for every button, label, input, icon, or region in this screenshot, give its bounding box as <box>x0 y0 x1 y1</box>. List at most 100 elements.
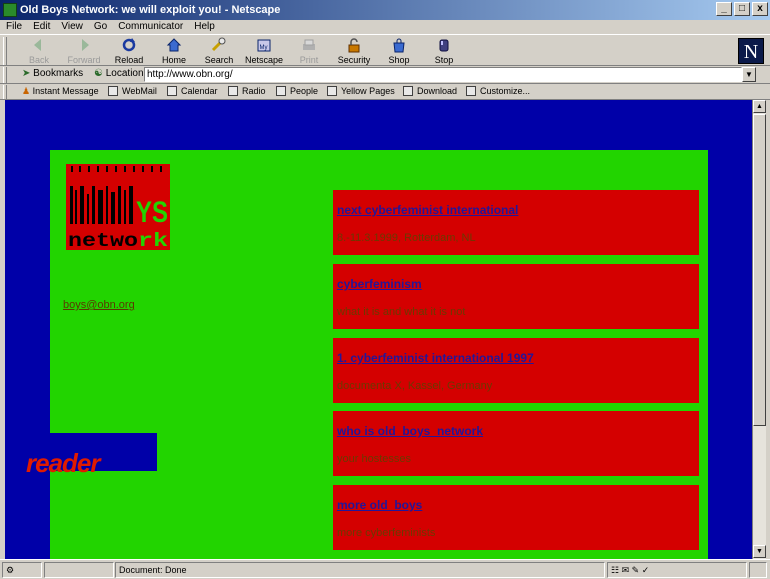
close-button[interactable]: x <box>752 2 768 16</box>
download-label: Download <box>417 86 458 96</box>
vertical-scrollbar[interactable]: ▲ ▼ <box>752 100 766 559</box>
instant-message-label: Instant Message <box>32 86 99 96</box>
forward-button[interactable]: Forward <box>63 37 105 67</box>
menu-file[interactable]: File <box>6 20 22 34</box>
calendar-link[interactable]: Calendar <box>167 86 218 96</box>
reload-button[interactable]: Reload <box>108 37 150 67</box>
shop-button[interactable]: Shop <box>378 37 420 67</box>
bookmark-page-icon <box>327 86 337 96</box>
mail-icon[interactable]: ✉ <box>622 565 630 575</box>
list-item: next cyberfeminist international 8.-11.3… <box>333 190 699 255</box>
print-button[interactable]: Print <box>288 37 330 67</box>
menu-communicator[interactable]: Communicator <box>118 20 183 34</box>
entry-link[interactable]: more old_boys <box>337 498 422 512</box>
navigator-icon[interactable]: ☷ <box>611 565 619 575</box>
padlock-icon <box>348 38 360 53</box>
scroll-down-arrow-icon[interactable]: ▼ <box>753 545 766 558</box>
shopping-bag-icon <box>393 38 405 53</box>
window-titlebar[interactable]: Old Boys Network: we will exploit you! -… <box>0 0 770 20</box>
scroll-up-arrow-icon[interactable]: ▲ <box>753 100 766 113</box>
toolbar-grip[interactable] <box>3 37 7 65</box>
forward-arrow-icon <box>82 39 89 51</box>
composer-icon[interactable]: ✎ <box>632 565 640 575</box>
location-grip[interactable] <box>3 67 7 83</box>
netscape-button[interactable]: My Netscape <box>243 37 285 67</box>
netscape-logo[interactable]: N <box>738 38 764 64</box>
search-label: Search <box>204 55 234 65</box>
component-icons[interactable]: ☷ ✉ ✎ ✓ <box>607 562 747 578</box>
stop-label: Stop <box>434 55 454 65</box>
window-title: Old Boys Network: we will exploit you! -… <box>20 4 281 16</box>
list-item: more old_boys more cyberfeminists <box>333 485 699 550</box>
people-link[interactable]: People <box>276 86 318 96</box>
reader-link[interactable]: reader <box>26 448 100 479</box>
url-input[interactable] <box>144 67 742 82</box>
bookmark-page-icon <box>466 86 476 96</box>
stop-hand-icon <box>439 39 449 52</box>
bookmark-page-icon <box>276 86 286 96</box>
home-button[interactable]: Home <box>153 37 195 67</box>
stop-button[interactable]: Stop <box>423 37 465 67</box>
entry-link[interactable]: 1. cyberfeminist international 1997 <box>337 351 534 365</box>
bookmarks-button[interactable]: ➤ Bookmarks <box>22 68 83 79</box>
minimize-button[interactable]: _ <box>716 2 732 16</box>
security-label: Security <box>337 55 371 65</box>
bookmark-page-icon <box>403 86 413 96</box>
netscape-label: Netscape <box>244 55 284 65</box>
netscape-app-icon <box>3 3 17 17</box>
home-label: Home <box>161 55 186 65</box>
menu-go[interactable]: Go <box>94 20 107 34</box>
printer-icon <box>303 39 315 50</box>
entry-desc: documenta X, Kassel, Germany <box>337 380 493 392</box>
webmail-link[interactable]: WebMail <box>108 86 157 96</box>
menu-bar: File Edit View Go Communicator Help <box>0 20 770 34</box>
calendar-label: Calendar <box>181 86 218 96</box>
reload-label: Reload <box>114 55 144 65</box>
reload-icon <box>122 38 136 52</box>
bookmarks-icon: ➤ <box>22 68 31 79</box>
list-item: who is old_boys_network your hostesses <box>333 411 699 476</box>
radio-label: Radio <box>242 86 266 96</box>
content-panel: YS netwo rk boys@obn.org reader next cyb… <box>26 150 708 559</box>
security-lock-icon[interactable]: ✓ <box>642 565 650 575</box>
scrollbar-thumb[interactable] <box>753 114 766 426</box>
back-button[interactable]: Back <box>18 37 60 67</box>
radio-link[interactable]: Radio <box>228 86 266 96</box>
entry-desc: 8.-11.3.1999, Rotterdam, NL <box>337 232 476 244</box>
menu-view[interactable]: View <box>61 20 83 34</box>
search-button[interactable]: Search <box>198 37 240 67</box>
email-link[interactable]: boys@obn.org <box>63 299 135 311</box>
location-label-wrap: ☯ Location <box>94 68 144 79</box>
component-bar[interactable]: ⚙ <box>2 562 42 578</box>
customize-link[interactable]: Customize... <box>466 86 530 96</box>
resize-grip-icon[interactable] <box>749 562 767 578</box>
status-text: Document: Done <box>115 562 605 578</box>
list-item: cyberfeminism what it is and what it is … <box>333 264 699 329</box>
download-link[interactable]: Download <box>403 86 457 96</box>
bookmark-page-icon <box>167 86 177 96</box>
home-icon <box>166 38 182 52</box>
print-label: Print <box>299 55 319 65</box>
yellow-pages-link[interactable]: Yellow Pages <box>327 86 395 96</box>
url-dropdown-button[interactable]: ▼ <box>742 67 756 82</box>
maximize-button[interactable]: □ <box>734 2 750 16</box>
people-label: People <box>290 86 319 96</box>
menu-edit[interactable]: Edit <box>33 20 50 34</box>
status-bar: ⚙ Document: Done ☷ ✉ ✎ ✓ <box>0 559 770 579</box>
old-boys-network-logo[interactable]: YS netwo rk <box>66 164 170 250</box>
shop-label: Shop <box>388 55 410 65</box>
entry-link[interactable]: who is old_boys_network <box>337 424 483 438</box>
entry-link[interactable]: next cyberfeminist international <box>337 203 518 217</box>
entry-desc: more cyberfeminists <box>337 527 436 539</box>
customize-label: Customize... <box>480 86 531 96</box>
list-item: 1. cyberfeminist international 1997 docu… <box>333 338 699 403</box>
menu-help[interactable]: Help <box>194 20 215 34</box>
webmail-label: WebMail <box>122 86 157 96</box>
security-button[interactable]: Security <box>333 37 375 67</box>
page-viewport[interactable]: YS netwo rk boys@obn.org reader next cyb… <box>5 100 752 559</box>
instant-message-link[interactable]: ♟ Instant Message <box>22 86 99 97</box>
bookmark-page-icon <box>108 86 118 96</box>
personal-grip[interactable] <box>3 85 7 99</box>
location-bar: ➤ Bookmarks ☯ Location ▼ <box>0 66 770 84</box>
entry-link[interactable]: cyberfeminism <box>337 277 422 291</box>
